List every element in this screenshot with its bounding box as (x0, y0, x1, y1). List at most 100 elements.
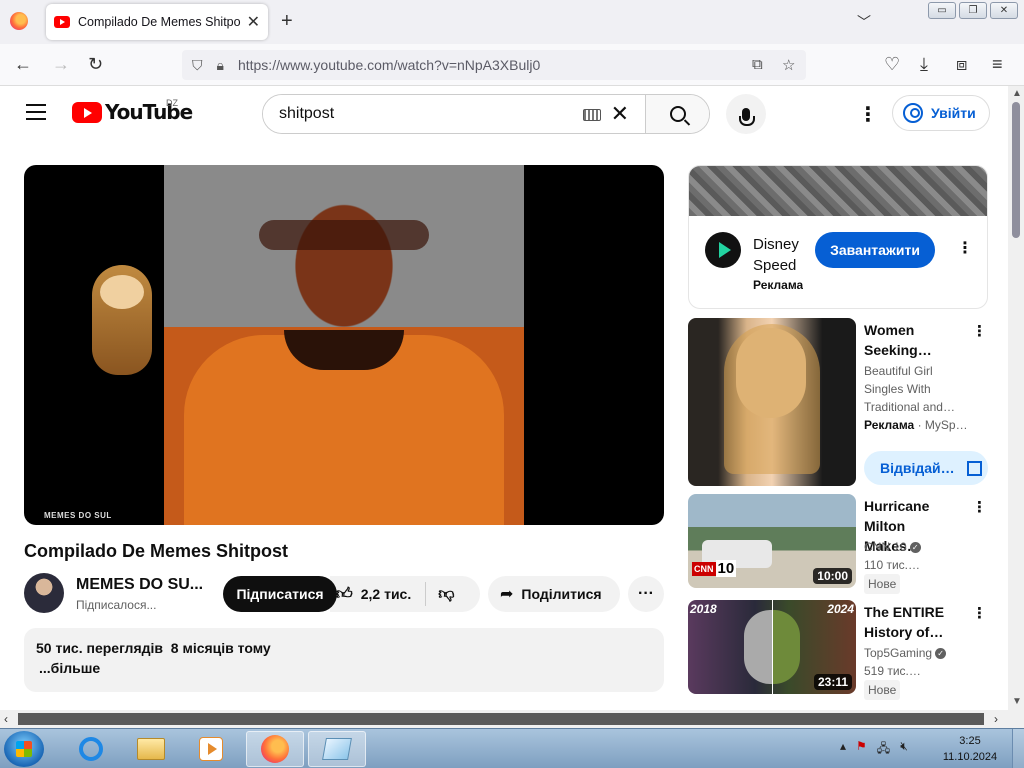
clock-date: 11.10.2024 (942, 751, 998, 763)
tray-volume-muted-icon[interactable]: 🔇︎ (900, 739, 908, 760)
maximize-button[interactable]: ❐ (959, 2, 987, 19)
media-player-icon (199, 737, 223, 761)
browser-tab-bar: Compilado De Memes Shitpost ✕ + ﹀ ▭ ❐ ✕ (0, 0, 1024, 44)
description-more[interactable]: ...більше (39, 660, 652, 676)
channel-name[interactable]: MEMES DO SU... (76, 576, 203, 594)
rec-advertiser: · MySp… (917, 418, 968, 432)
pocket-icon[interactable]: ♡ (884, 54, 900, 75)
rec-kebab-icon[interactable]: ⋮ (972, 604, 987, 622)
new-badge: Нове (864, 574, 901, 594)
taskbar-app[interactable] (308, 731, 366, 767)
rec-thumbnail[interactable] (688, 318, 856, 486)
tab-close-icon[interactable]: ✕ (247, 12, 260, 32)
taskbar-ie[interactable] (62, 731, 120, 767)
voice-search-button[interactable] (726, 94, 766, 134)
rec-thumbnail[interactable]: 2018 2024 23:11 (688, 600, 856, 694)
list-all-tabs-icon[interactable]: ﹀ (857, 12, 871, 32)
thumb-year-right: 2024 (827, 602, 854, 616)
vertical-scroll-thumb[interactable] (1012, 102, 1020, 238)
video-player[interactable]: MEMES DO SUL (24, 165, 664, 525)
ad-app-logo (705, 232, 741, 268)
minimize-button[interactable]: ▭ (928, 2, 956, 19)
search-button[interactable] (645, 95, 709, 133)
show-desktop-button[interactable] (1012, 729, 1024, 768)
tray-expand-icon[interactable]: ▴ (840, 739, 846, 760)
rec-item-history[interactable]: 2018 2024 23:11 The ENTIRE History of… ⋮… (688, 600, 988, 700)
settings-kebab-icon[interactable]: ⋮ (858, 102, 878, 127)
video-watermark: MEMES DO SUL (44, 511, 112, 520)
dislike-icon[interactable]: 👎︎ (438, 585, 454, 604)
like-count[interactable]: 2,2 тис. (361, 586, 412, 602)
video-frame (164, 165, 524, 525)
new-badge: Нове (864, 680, 901, 700)
shield-icon[interactable]: ⛉ (192, 57, 203, 74)
back-icon[interactable]: ← (14, 54, 32, 75)
bookmark-star-icon[interactable]: ☆ (782, 56, 795, 74)
close-window-button[interactable]: ✕ (990, 2, 1018, 19)
firefox-icon[interactable] (10, 12, 28, 30)
rec-kebab-icon[interactable]: ⋮ (972, 322, 987, 340)
scroll-down-icon[interactable]: ▼ (1012, 696, 1022, 707)
ad-download-button[interactable]: Завантажити (815, 232, 935, 268)
rec-kebab-icon[interactable]: ⋮ (972, 498, 987, 516)
scroll-up-icon[interactable]: ▲ (1012, 88, 1022, 99)
windows-taskbar: ▴ ⚑ 🖧︎ 🔇︎ 3:25 11.10.2024 (0, 728, 1024, 768)
rec-views: 519 тис.… (864, 664, 921, 678)
firefox-taskbar-icon (261, 735, 289, 763)
sign-in-button[interactable]: Увійти (892, 95, 990, 131)
description-box[interactable]: 50 тис. переглядів 8 місяців тому ...біл… (24, 628, 664, 692)
youtube-page: YouTube DZ ✕ ⋮ Увійти MEMES DO SUL Compi… (0, 86, 1008, 710)
taskbar-firefox[interactable] (246, 731, 304, 767)
start-button[interactable] (4, 731, 44, 767)
ad-kebab-icon[interactable]: ⋮ (957, 238, 973, 258)
taskbar-media-player[interactable] (182, 731, 240, 767)
vertical-scrollbar[interactable]: ▲ ▼ (1008, 86, 1024, 710)
internet-explorer-icon (79, 737, 103, 761)
share-button[interactable]: ➦ Поділитися (488, 576, 620, 612)
rec-ad-label: Реклама (864, 418, 915, 432)
thumb-divider (772, 600, 773, 694)
thumb-year-left: 2018 (690, 602, 717, 616)
menu-icon[interactable]: ≡ (992, 54, 1003, 75)
like-icon[interactable]: 👍︎ (336, 585, 353, 604)
picture-in-picture-icon[interactable]: ⧉ (752, 56, 763, 73)
reload-icon[interactable]: ↻ (88, 54, 103, 75)
rec-thumbnail[interactable]: CNN 10 10:00 (688, 494, 856, 588)
rec-title[interactable]: Women Seeking… (864, 320, 964, 360)
view-count: 50 тис. переглядів (36, 640, 163, 656)
subscribe-button[interactable]: Підписатися (223, 576, 337, 612)
channel-avatar[interactable] (24, 573, 64, 613)
taskbar-explorer[interactable] (122, 731, 180, 767)
horizontal-scroll-thumb[interactable] (18, 713, 984, 725)
scroll-left-icon[interactable]: ‹ (4, 712, 8, 726)
search-input[interactable] (263, 95, 583, 133)
youtube-logo[interactable]: YouTube DZ (72, 98, 193, 124)
system-clock[interactable]: 3:25 11.10.2024 (940, 733, 1000, 765)
scroll-right-icon[interactable]: › (994, 712, 998, 726)
horizontal-scrollbar[interactable]: ‹ › (0, 710, 1024, 728)
hamburger-menu-icon[interactable] (26, 104, 46, 120)
browser-tab-active[interactable]: Compilado De Memes Shitpost ✕ (46, 4, 268, 40)
url-text[interactable]: https://www.youtube.com/watch?v=nNpA3XBu… (238, 57, 540, 73)
url-bar[interactable]: ⛉ 🔒︎ https://www.youtube.com/watch?v=nNp… (182, 50, 806, 80)
sidebar-ad-card[interactable]: Disney Speed Реклама Завантажити ⋮ (688, 165, 988, 309)
visit-site-button[interactable]: Відвідай… (864, 451, 988, 485)
forward-icon[interactable]: → (52, 54, 70, 75)
extensions-icon[interactable]: ⧈ (956, 54, 967, 75)
sign-in-label: Увійти (931, 105, 976, 121)
rec-meta: Top5Gaming ✓ 519 тис.… Нове (864, 644, 974, 700)
download-icon[interactable]: ⤓ (920, 54, 928, 75)
rec-item-hurricane[interactable]: CNN 10 10:00 Hurricane Milton Makes… ⋮ C… (688, 494, 988, 594)
tab-title: Compilado De Memes Shitpost (78, 15, 241, 29)
lock-icon[interactable]: 🔒︎ (217, 57, 224, 74)
tray-flag-icon[interactable]: ⚑ (856, 739, 867, 760)
video-face (259, 220, 429, 250)
rec-title[interactable]: The ENTIRE History of… (864, 602, 964, 642)
rec-item-ad[interactable]: Women Seeking… ⋮ Beautiful Girl Singles … (688, 318, 988, 488)
new-tab-button[interactable]: + (281, 10, 293, 33)
more-actions-button[interactable]: ··· (628, 576, 664, 612)
thumb-cnn-logo: CNN 10 (692, 560, 737, 577)
keyboard-icon[interactable] (582, 109, 601, 121)
tray-network-icon[interactable]: 🖧︎ (877, 739, 890, 760)
clear-icon[interactable]: ✕ (611, 101, 629, 133)
